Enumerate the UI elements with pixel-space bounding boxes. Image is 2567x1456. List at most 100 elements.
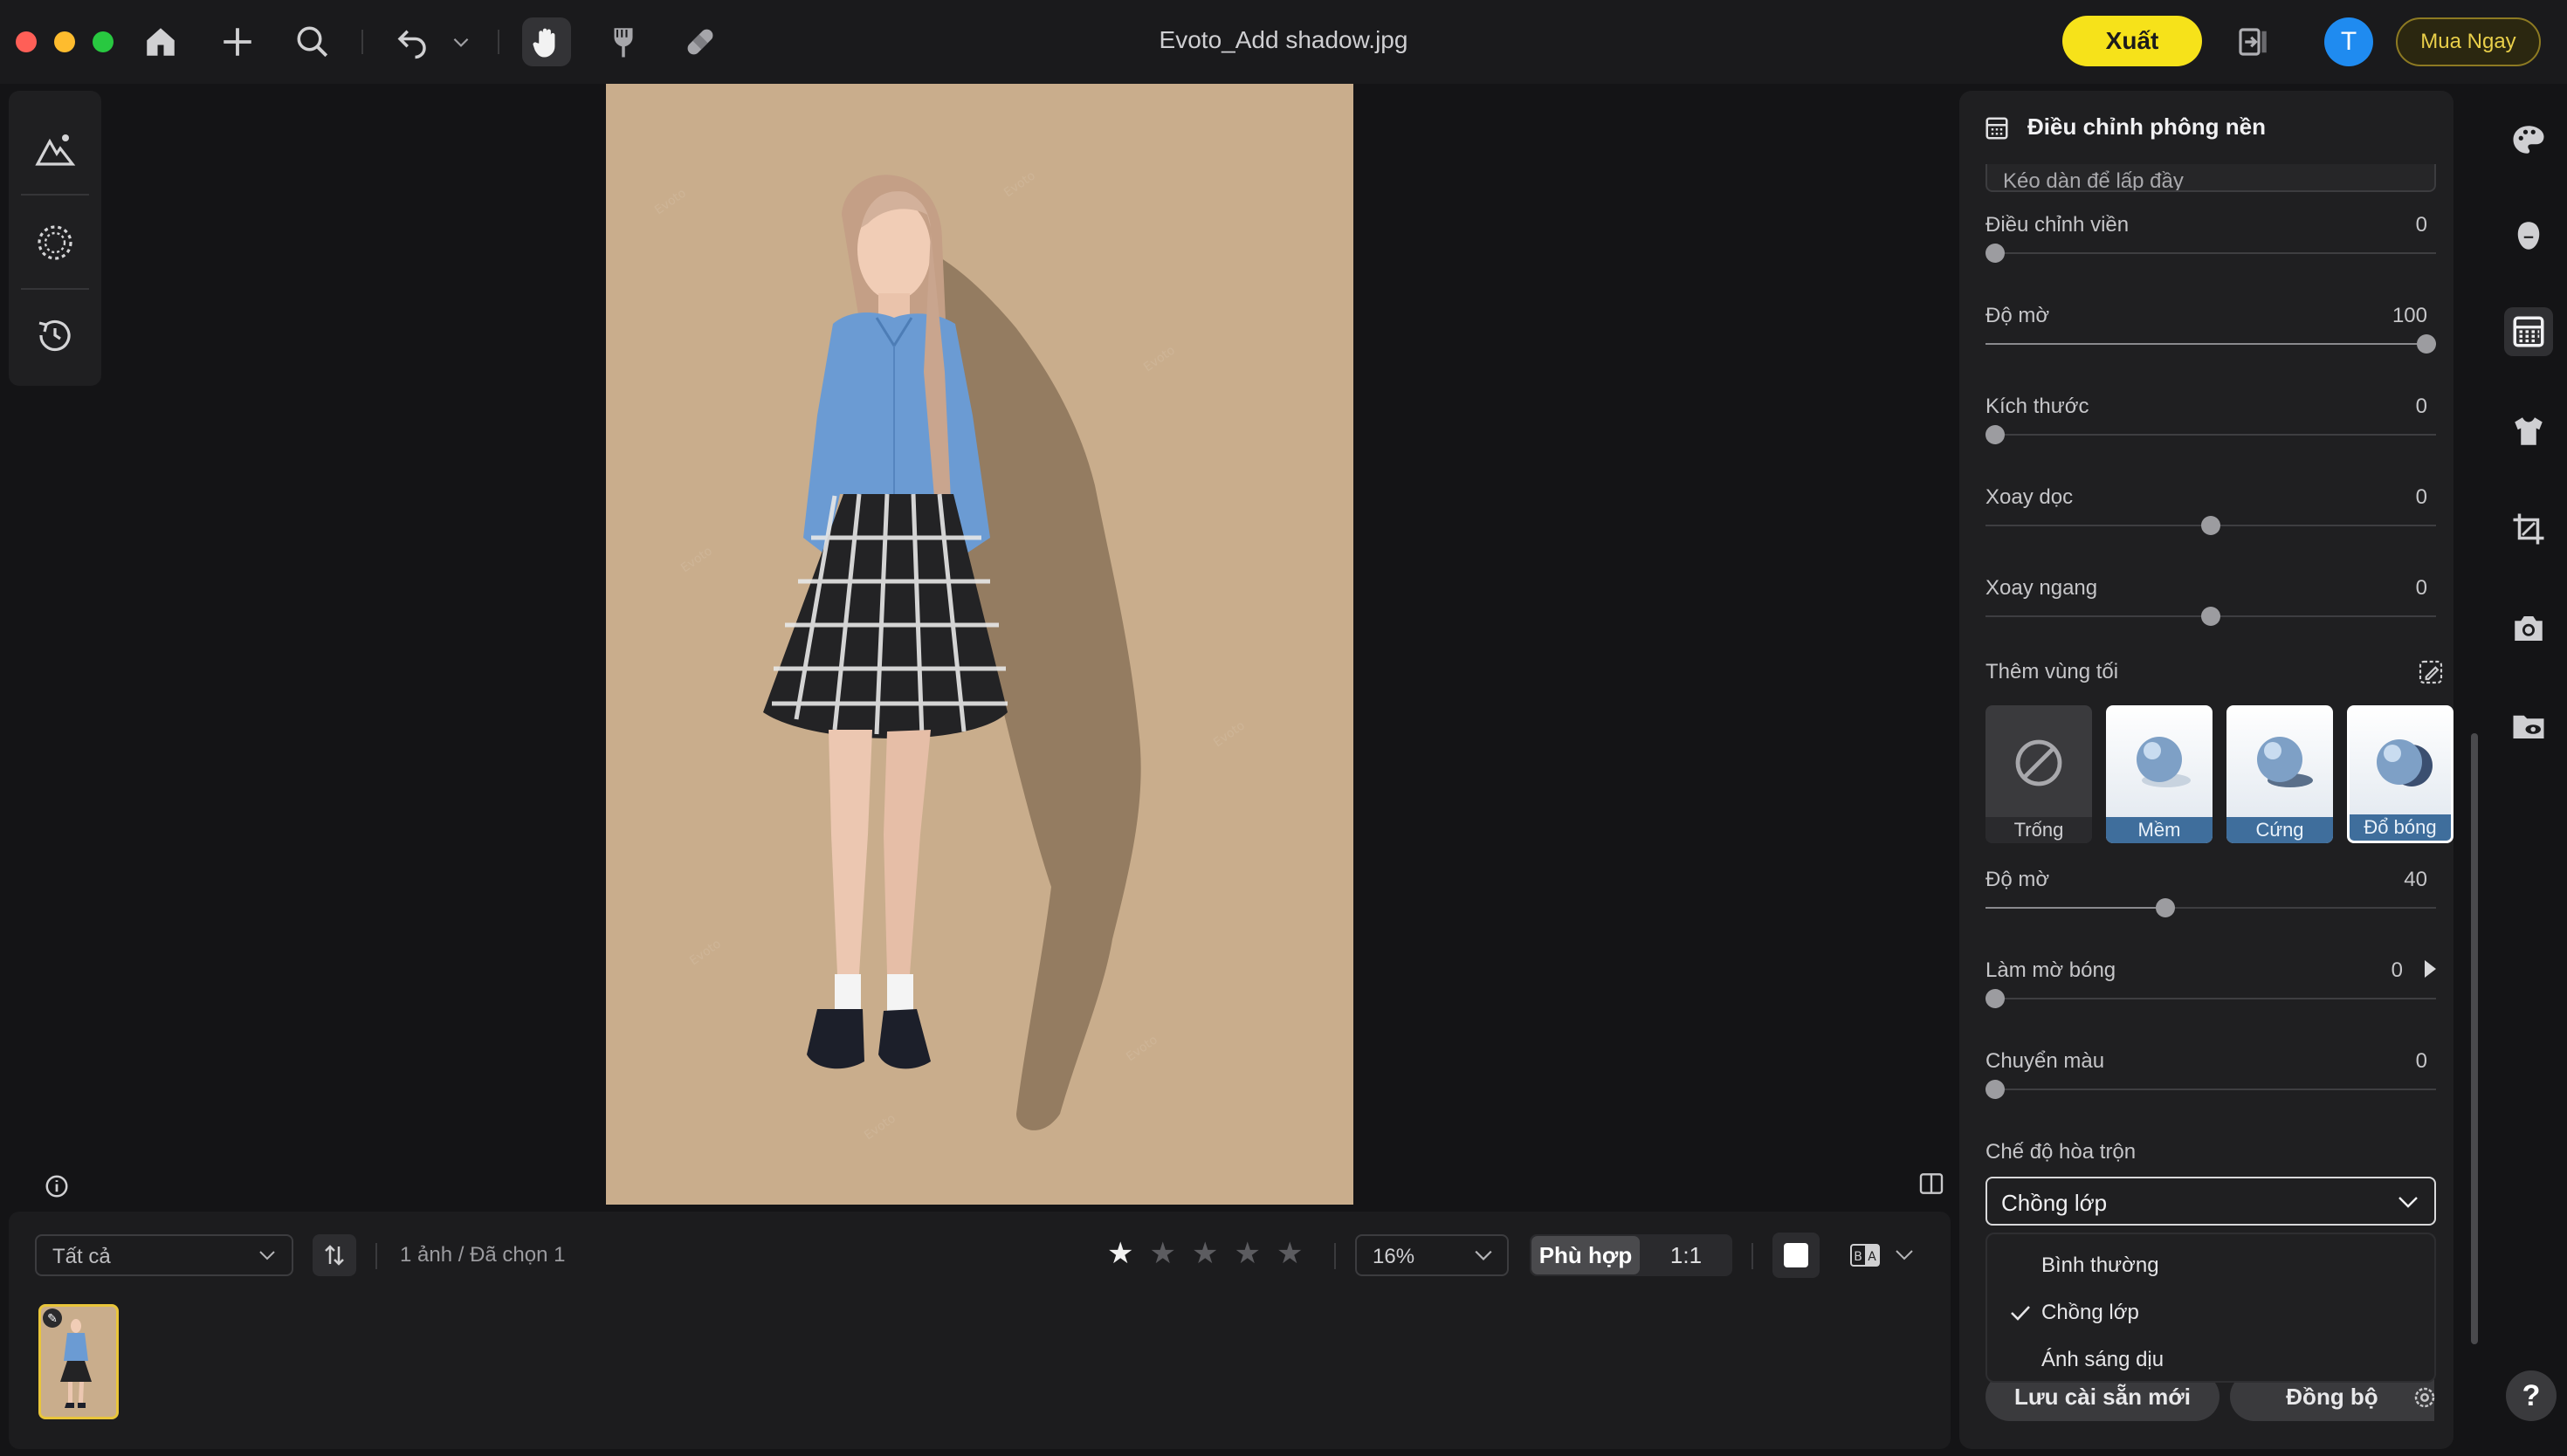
zoom-dropdown[interactable]: 16% [1355, 1234, 1509, 1276]
photo-thumbnail[interactable]: ✎ [38, 1304, 119, 1419]
slider-handle[interactable] [1985, 989, 2005, 1008]
slider-label: Điều chỉnh viền [1985, 213, 2130, 237]
slider-handle[interactable] [1985, 425, 2005, 444]
slider-handle[interactable] [2201, 516, 2220, 535]
slider-shadow-blur[interactable]: Làm mờ bóng 0 [1985, 958, 2436, 1037]
help-button[interactable]: ? [2506, 1370, 2557, 1421]
slider-value: 0 [2391, 958, 2403, 982]
dodge-tool-icon[interactable] [599, 17, 648, 66]
slider-track[interactable] [1985, 998, 2436, 999]
filmstrip-bar: Tất cả 1 ảnh / Đã chọn 1 ★ ★ ★ ★ ★ 16% P… [9, 1212, 1951, 1449]
search-icon[interactable] [288, 17, 337, 66]
slider-color-transition[interactable]: Chuyển màu 0 [1985, 1049, 2436, 1128]
star-icon[interactable]: ★ [1192, 1236, 1218, 1271]
filter-dropdown[interactable]: Tất cả [35, 1234, 293, 1276]
actual-size-button[interactable]: 1:1 [1641, 1236, 1731, 1274]
slider-value: 0 [2415, 395, 2427, 418]
healing-brush-icon[interactable] [676, 17, 725, 66]
slider-value: 0 [2415, 576, 2427, 600]
hand-tool-icon[interactable] [522, 17, 571, 66]
clothing-icon[interactable] [2504, 407, 2553, 456]
blend-option-normal[interactable]: Bình thường [1987, 1243, 2434, 1288]
chevron-down-icon[interactable] [1895, 1248, 1914, 1262]
slider-edge-adjust[interactable]: Điều chỉnh viền 0 [1985, 213, 2436, 292]
star-icon[interactable]: ★ [1234, 1236, 1260, 1271]
star-icon[interactable]: ★ [1107, 1236, 1133, 1271]
folder-preview-icon[interactable] [2504, 702, 2553, 751]
crop-icon[interactable] [2504, 505, 2553, 553]
info-icon[interactable] [44, 1173, 70, 1199]
soft-shadow-sphere-icon [2137, 737, 2191, 787]
camera-icon[interactable] [2504, 604, 2553, 653]
slider-opacity[interactable]: Độ mờ 100 [1985, 304, 2436, 382]
user-avatar[interactable]: T [2324, 17, 2373, 66]
undo-history-chevron-icon[interactable] [442, 17, 480, 66]
blend-option-overlay[interactable]: Chồng lớp [1987, 1290, 2434, 1336]
mask-select-icon[interactable] [32, 220, 78, 265]
bar-divider [375, 1243, 377, 1269]
photo-canvas[interactable]: Evoto Evoto Evoto Evoto Evoto Evoto Evot… [606, 84, 1353, 1205]
zoom-value: 16% [1373, 1245, 1415, 1268]
window-zoom-button[interactable] [93, 31, 114, 52]
expand-arrow-icon[interactable] [2425, 960, 2436, 978]
history-icon[interactable] [32, 312, 78, 358]
window-minimize-button[interactable] [54, 31, 75, 52]
slider-handle[interactable] [1985, 1080, 2005, 1099]
slider-vertical-rotate[interactable]: Xoay dọc 0 [1985, 485, 2436, 564]
sync-settings-gear-icon[interactable] [2412, 1384, 2438, 1411]
slider-horizontal-rotate[interactable]: Xoay ngang 0 [1985, 576, 2436, 655]
color-swatch [1784, 1243, 1808, 1267]
star-rating[interactable]: ★ ★ ★ ★ ★ [1107, 1236, 1303, 1271]
buy-now-button[interactable]: Mua Ngay [2396, 17, 2541, 66]
star-icon[interactable]: ★ [1277, 1236, 1303, 1271]
shadow-option-hard[interactable]: Cứng [2226, 705, 2333, 843]
panel-scrollbar[interactable] [2471, 733, 2478, 1344]
face-retouch-icon[interactable] [2504, 211, 2553, 260]
blend-option-soft-light[interactable]: Ánh sáng dịu [1987, 1337, 2434, 1383]
star-icon[interactable]: ★ [1149, 1236, 1175, 1271]
edit-dark-area-icon[interactable] [2417, 658, 2445, 686]
sort-button[interactable] [313, 1234, 356, 1276]
export-button[interactable]: Xuất [2062, 16, 2202, 66]
chevron-down-icon [1475, 1250, 1492, 1260]
shadow-option-drop[interactable]: Đổ bóng [2347, 705, 2453, 843]
slider-track[interactable] [1985, 1089, 2436, 1090]
undo-icon[interactable] [388, 17, 437, 66]
svg-text:Evoto: Evoto [1141, 343, 1178, 374]
panel-header: Điều chỉnh phông nền [1959, 91, 2453, 164]
background-adjust-icon[interactable] [2504, 307, 2553, 356]
adjust-image-icon[interactable] [32, 127, 78, 173]
slider-label: Độ mờ [1985, 304, 2050, 327]
blend-mode-value: Chồng lớp [2001, 1190, 2108, 1216]
share-panel-icon[interactable] [2228, 17, 2277, 66]
slider-size[interactable]: Kích thước 0 [1985, 395, 2436, 473]
slider-handle[interactable] [1985, 244, 2005, 263]
before-after-icon[interactable]: B A [1848, 1238, 1882, 1273]
shadow-option-soft[interactable]: Mềm [2106, 705, 2213, 843]
home-icon[interactable] [136, 17, 185, 66]
background-color-button[interactable] [1772, 1233, 1820, 1278]
slider-shadow-opacity[interactable]: Độ mờ 40 [1985, 868, 2436, 946]
slider-handle[interactable] [2156, 898, 2175, 917]
chevron-down-icon [2398, 1197, 2418, 1208]
shadow-option-none[interactable]: Trống [1985, 705, 2092, 843]
compare-view-icon[interactable] [1917, 1170, 1945, 1198]
slider-label: Độ mờ [1985, 868, 2050, 891]
slider-track[interactable] [1985, 252, 2436, 254]
add-icon[interactable] [213, 17, 262, 66]
fit-button[interactable]: Phù hợp [1531, 1236, 1640, 1274]
background-adjust-panel: Kéo dàn để lấp đầy Điều chỉnh phông nền … [1959, 91, 2453, 1449]
blend-mode-label: Chế độ hòa trộn [1985, 1140, 2137, 1164]
slider-handle[interactable] [2417, 334, 2436, 354]
window-close-button[interactable] [16, 31, 37, 52]
blend-mode-dropdown[interactable]: Chồng lớp [1985, 1177, 2436, 1226]
slider-track[interactable] [1985, 434, 2436, 436]
fill-mode-value: Kéo dàn để lấp đầy [2003, 169, 2184, 192]
slider-handle[interactable] [2201, 607, 2220, 626]
svg-text:Evoto: Evoto [1211, 718, 1248, 750]
palette-icon[interactable] [2504, 115, 2553, 164]
shadow-option-label: Đổ bóng [2350, 814, 2451, 841]
document-title: Evoto_Add shadow.jpg [1159, 26, 1408, 53]
svg-text:Evoto: Evoto [1124, 1033, 1160, 1064]
bar-divider [1751, 1243, 1753, 1269]
